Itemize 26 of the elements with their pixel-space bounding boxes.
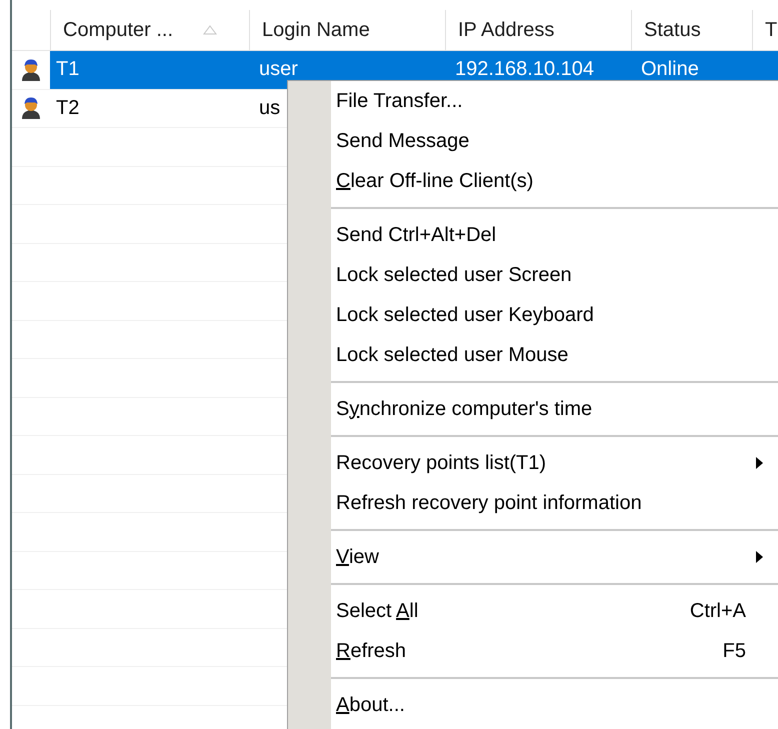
table-cell: 192.168.10.104 — [455, 58, 594, 80]
column-header[interactable]: Status — [644, 18, 701, 42]
menu-item[interactable]: Clear Off-line Client(s) — [288, 161, 778, 201]
menu-item[interactable]: Send Ctrl+Alt+Del — [288, 215, 778, 255]
menu-item[interactable]: Select All Ctrl+A — [288, 591, 778, 631]
table-cell: user — [259, 58, 298, 80]
column-header[interactable]: IP Address — [458, 18, 554, 42]
menu-item[interactable]: View — [288, 537, 778, 577]
menu-item[interactable]: Lock selected user Screen — [288, 255, 778, 295]
menu-item[interactable]: Recovery points list(T1) — [288, 443, 778, 483]
column-header[interactable]: T — [765, 18, 778, 42]
table-cell: us — [259, 96, 280, 119]
table-cell: T1 — [56, 58, 80, 80]
column-header[interactable]: Login Name — [262, 18, 370, 42]
menu-item[interactable]: Lock selected user Mouse — [288, 335, 778, 375]
table-cell: T2 — [56, 96, 80, 119]
menu-item[interactable]: Lock selected user Keyboard — [288, 295, 778, 335]
table-cell: Online — [641, 58, 699, 80]
menu-item[interactable]: Send Message — [288, 121, 778, 161]
menu-item[interactable]: Refresh F5 — [288, 631, 778, 671]
menu-item[interactable]: About... — [288, 685, 778, 725]
column-header[interactable]: Computer ... — [63, 18, 174, 42]
user-icon — [20, 96, 42, 120]
menu-item[interactable]: Synchronize computer's time — [288, 389, 778, 429]
menu-item[interactable]: Refresh recovery point information — [288, 483, 778, 523]
user-icon — [20, 58, 42, 82]
